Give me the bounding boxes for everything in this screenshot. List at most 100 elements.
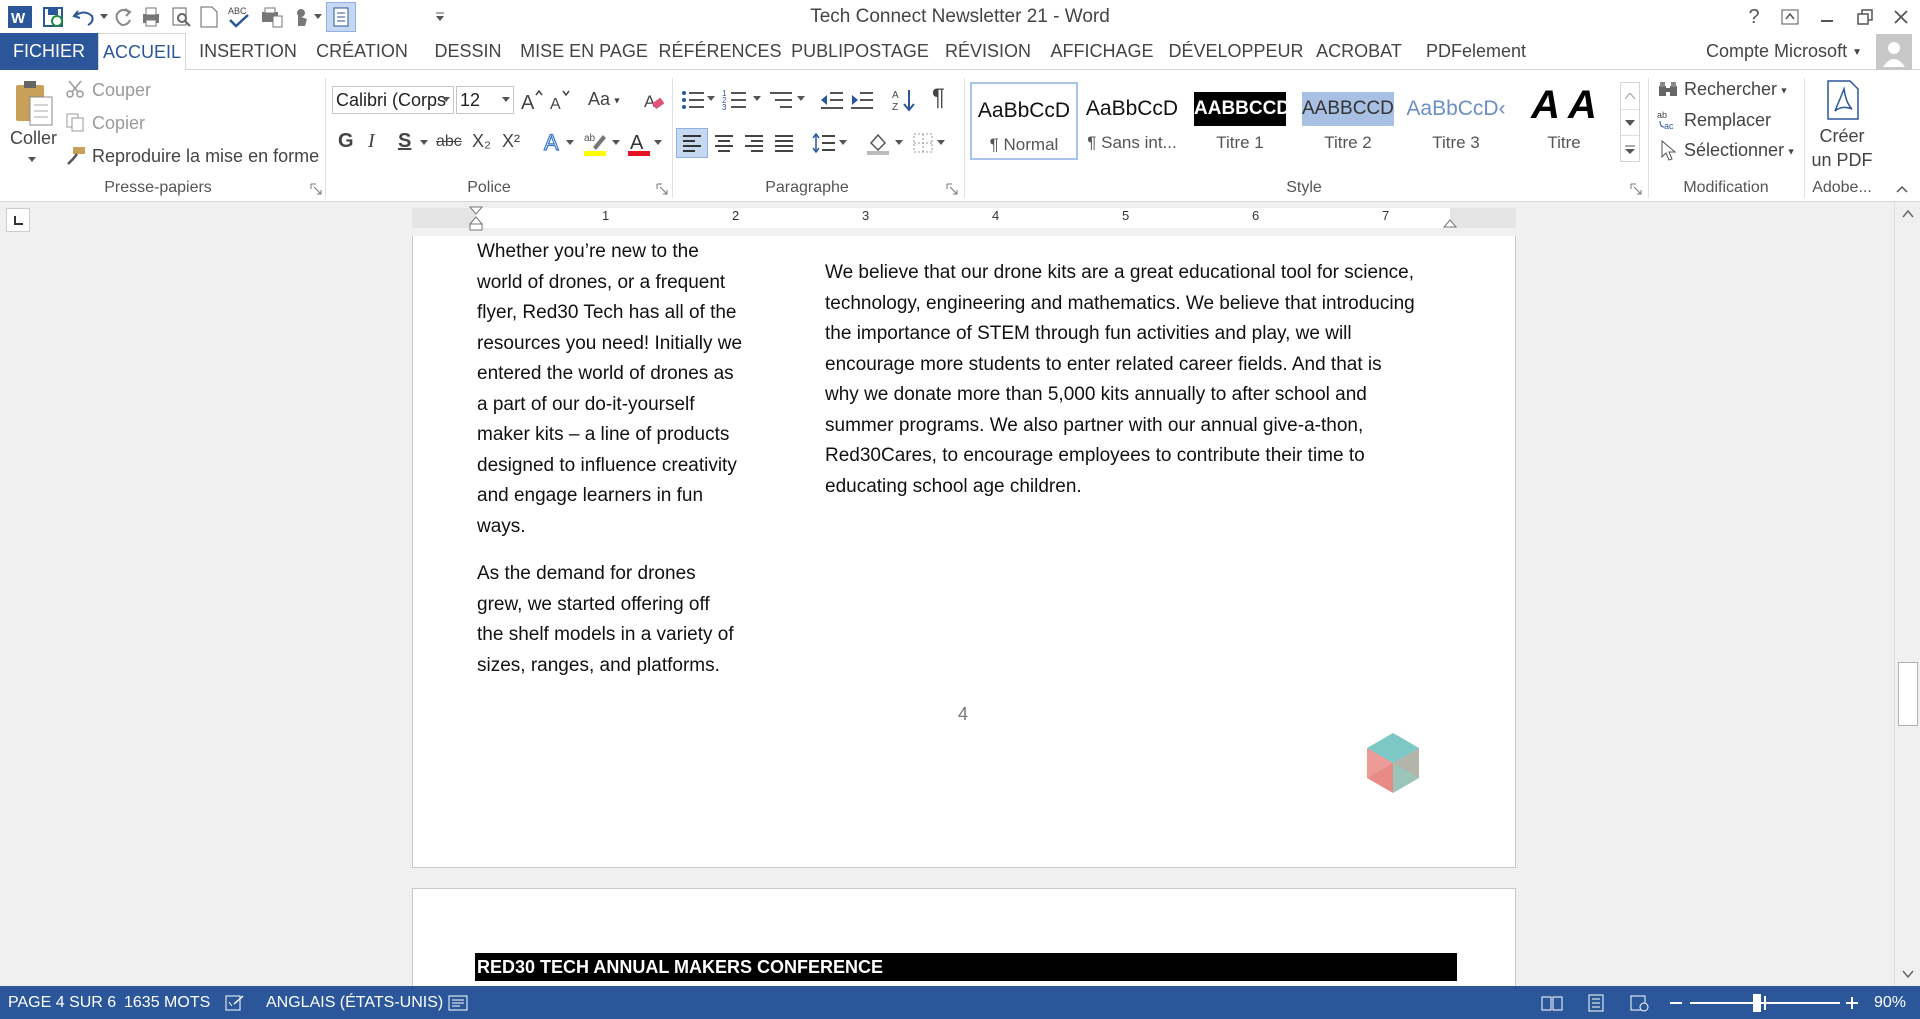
new-document-icon[interactable] [196,4,222,30]
italic-button[interactable]: I [368,130,375,153]
style-normal[interactable]: AaBbCcD ¶ Normal [970,82,1078,160]
highlight-icon[interactable]: ab [580,128,610,158]
tab-design[interactable]: CRÉATION [310,33,414,70]
text-effects-dropdown-icon[interactable] [564,136,576,150]
bold-button[interactable]: G [338,130,354,153]
underline-dropdown-icon[interactable] [418,136,430,150]
paragraph-launcher-icon[interactable] [946,183,958,195]
page-4[interactable]: Whether you’re new to the world of drone… [412,236,1516,868]
grow-font-icon[interactable]: A [518,86,544,114]
justify-icon[interactable] [768,128,800,158]
restore-icon[interactable] [1850,4,1880,30]
redo-icon[interactable] [110,4,136,30]
zoom-out-icon[interactable] [1666,992,1686,1014]
multilevel-list-icon[interactable] [766,86,796,114]
tab-home[interactable]: ACCUEIL [98,33,186,71]
align-right-icon[interactable] [738,128,770,158]
font-size-dropdown-icon[interactable] [500,90,512,110]
bullets-icon[interactable] [678,86,708,114]
tab-file[interactable]: FICHIER [0,33,98,70]
customize-qat-icon[interactable] [432,6,448,28]
tab-pdfelement[interactable]: PDFelement [1420,33,1532,70]
font-color-dropdown-icon[interactable] [652,136,664,150]
numbering-dropdown-icon[interactable] [752,92,762,106]
subscript-button[interactable]: X₂ [472,131,491,152]
help-button[interactable]: ? [1740,4,1768,30]
font-name-dropdown-icon[interactable] [440,90,452,110]
tab-developer[interactable]: DÉVELOPPEUR [1168,33,1304,70]
close-icon[interactable] [1886,4,1916,30]
style-no-spacing[interactable]: AaBbCcD ¶ Sans int... [1078,82,1186,160]
tab-references[interactable]: RÉFÉRENCES [658,33,782,70]
word-count-status[interactable]: 1635 MOTS [124,986,210,1019]
font-color-icon[interactable]: A [624,128,654,158]
style-heading-1[interactable]: AABBCCDI Titre 1 [1186,82,1294,160]
style-heading-2[interactable]: AABBCCDI Titre 2 [1294,82,1402,160]
strikethrough-button[interactable]: abc [436,133,462,151]
collapse-ribbon-icon[interactable] [1892,180,1912,198]
print-icon[interactable] [138,4,164,30]
first-line-indent-marker-icon[interactable] [468,206,484,232]
vertical-scrollbar[interactable] [1894,202,1920,986]
line-spacing-dropdown-icon[interactable] [838,136,848,150]
scroll-thumb[interactable] [1898,662,1918,726]
change-case-button[interactable]: Aa ▼ [588,89,621,110]
multilevel-dropdown-icon[interactable] [796,92,806,106]
undo-dropdown-icon[interactable] [98,8,110,26]
tab-mailings[interactable]: PUBLIPOSTAGE [790,33,930,70]
touch-mode-dropdown-icon[interactable] [312,8,324,26]
replace-button[interactable]: Remplacer [1684,110,1771,131]
right-indent-marker-icon[interactable] [1442,216,1458,230]
zoom-level[interactable]: 90% [1874,986,1906,1019]
language-status[interactable]: ANGLAIS (ÉTATS-UNIS) [266,986,443,1019]
tab-selector-icon[interactable] [6,208,30,232]
find-button[interactable]: Rechercher ▼ [1684,79,1788,100]
shading-icon[interactable] [862,128,894,158]
spelling-check-icon[interactable]: ABC [224,2,254,32]
word-app-icon[interactable]: W [6,3,34,31]
shading-dropdown-icon[interactable] [894,136,904,150]
minimize-icon[interactable] [1812,4,1842,30]
avatar[interactable] [1876,34,1912,70]
shrink-font-icon[interactable]: A [546,86,572,114]
print-preview-icon[interactable] [168,4,194,30]
underline-button[interactable]: S [398,130,411,153]
read-mode-view-icon[interactable] [1538,992,1566,1014]
highlight-dropdown-icon[interactable] [610,136,622,150]
proofing-icon[interactable] [224,992,246,1014]
scroll-down-icon[interactable] [1895,962,1920,986]
increase-indent-icon[interactable] [848,86,876,114]
select-button[interactable]: Sélectionner ▼ [1684,140,1796,161]
numbering-icon[interactable]: 123 [720,86,750,114]
zoom-slider-thumb[interactable] [1752,994,1761,1012]
save-icon[interactable] [40,4,66,30]
create-pdf-button-line2[interactable]: un PDF [1808,150,1876,171]
zoom-in-icon[interactable] [1842,992,1862,1014]
align-center-icon[interactable] [708,128,740,158]
cut-button[interactable]: Couper [92,80,151,101]
borders-dropdown-icon[interactable] [936,136,946,150]
page-5[interactable]: RED30 TECH ANNUAL MAKERS CONFERENCE [412,888,1516,986]
font-name-field[interactable]: Calibri (Corps [332,86,454,114]
sort-icon[interactable]: AZ [890,86,918,114]
show-formatting-button[interactable]: ¶ [932,84,945,112]
read-mode-icon[interactable] [326,2,356,32]
borders-icon[interactable] [908,128,938,158]
styles-more-icon[interactable] [1621,135,1639,161]
tab-acrobat[interactable]: ACROBAT [1312,33,1406,70]
undo-icon[interactable] [70,4,98,30]
clipboard-launcher-icon[interactable] [310,183,322,195]
align-left-icon[interactable] [676,128,708,158]
tab-insert[interactable]: INSERTION [186,33,310,70]
style-heading-3[interactable]: AaBbCcD‹ Titre 3 [1402,82,1510,160]
styles-scroll-down-icon[interactable] [1621,109,1639,135]
line-spacing-icon[interactable] [808,128,840,158]
font-launcher-icon[interactable] [656,183,668,195]
paste-button[interactable]: Coller [10,128,57,149]
create-pdf-button-line1[interactable]: Créer [1808,126,1876,147]
horizontal-ruler[interactable]: 1 2 3 4 5 6 7 [412,206,1516,231]
decrease-indent-icon[interactable] [818,86,846,114]
styles-launcher-icon[interactable] [1630,183,1642,195]
styles-scroll-up-icon[interactable] [1621,83,1639,109]
tab-view[interactable]: AFFICHAGE [1046,33,1158,70]
